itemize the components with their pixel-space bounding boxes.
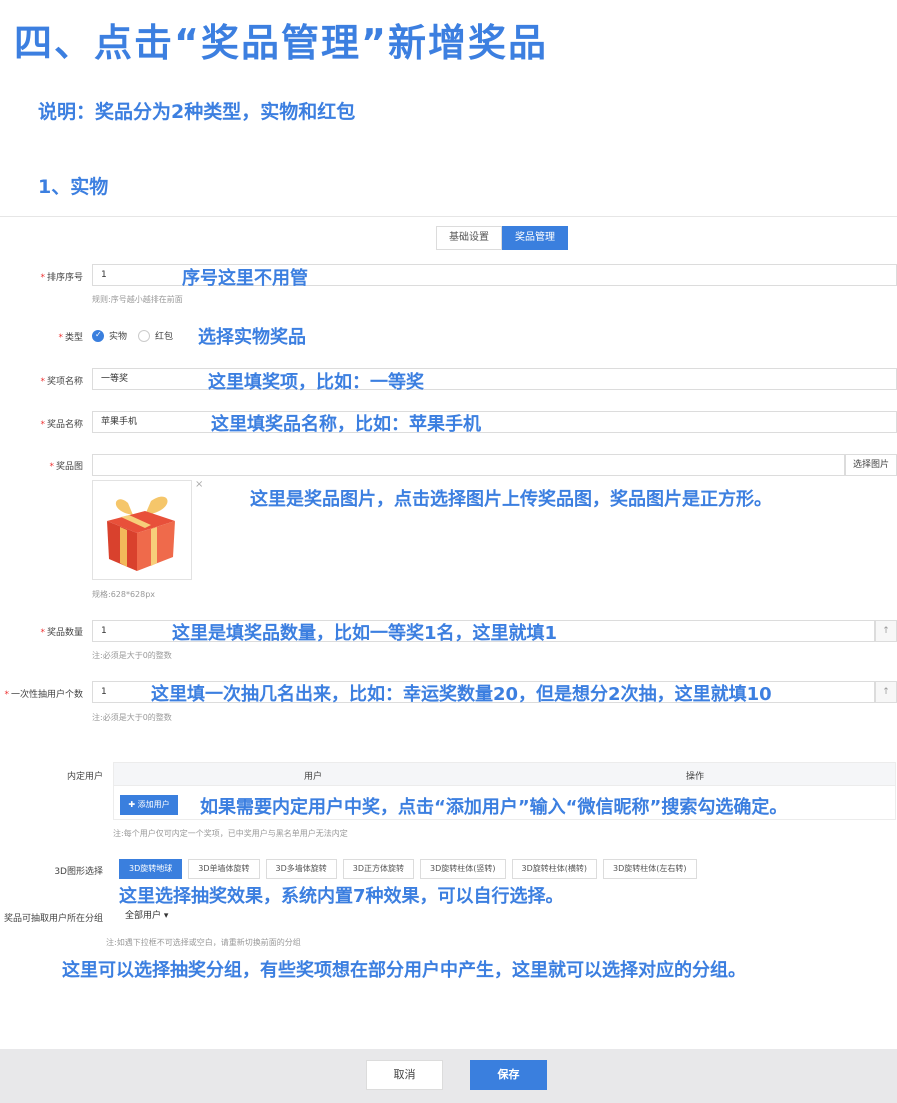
- tab-prize-management[interactable]: 奖品管理: [502, 226, 568, 250]
- note-type: 选择实物奖品: [198, 327, 306, 348]
- type-label-text: 类型: [64, 333, 83, 343]
- radio-red-packet-label: 红包: [155, 332, 174, 342]
- sort-label-text: 排序序号: [46, 273, 83, 283]
- required-mark: *: [40, 377, 45, 387]
- name-label-text: 奖品名称: [46, 420, 83, 430]
- group-hint: 注:如遇下拉框不可选择或空白，请重新切换前面的分组: [106, 938, 301, 947]
- group-select[interactable]: 全部用户 ▾: [119, 906, 185, 926]
- type-label: * 类型: [58, 330, 83, 343]
- radio-checked-icon: [92, 329, 104, 342]
- sort-hint: 规则:序号越小越排在前面: [92, 295, 183, 304]
- effect-label: 3D图形选择: [54, 867, 103, 877]
- image-hint: 规格:628*628px: [92, 590, 156, 599]
- effect-option[interactable]: 3D旋转柱体(左右转): [603, 859, 697, 879]
- note-quantity: 这里是填奖品数量，比如一等奖1名，这里就填1: [172, 623, 558, 644]
- required-mark: *: [4, 690, 9, 700]
- arrow-up-icon: ↑: [882, 626, 890, 636]
- per-draw-label: * 一次性抽用户个数: [4, 687, 83, 700]
- per-draw-label-text: 一次性抽用户个数: [10, 690, 83, 700]
- note-name: 这里填奖品名称，比如：苹果手机: [211, 414, 481, 435]
- required-mark: *: [40, 273, 45, 283]
- effect-option[interactable]: 3D正方体旋转: [342, 859, 414, 879]
- add-user-button[interactable]: ✚ 添加用户: [120, 795, 178, 815]
- save-button[interactable]: 保存: [470, 1060, 547, 1090]
- required-mark: *: [58, 333, 63, 343]
- note-internal: 如果需要内定用户中奖，点击“添加用户”输入“微信昵称”搜索勾选确定。: [200, 797, 788, 818]
- cancel-button[interactable]: 取消: [366, 1060, 443, 1090]
- image-url-input[interactable]: [92, 454, 845, 476]
- quantity-hint: 注:必须是大于0的整数: [92, 651, 172, 660]
- radio-physical-label: 实物: [109, 332, 128, 342]
- quantity-stepper[interactable]: ↑: [875, 620, 897, 642]
- name-label: * 奖品名称: [40, 417, 83, 430]
- per-draw-hint: 注:必须是大于0的整数: [92, 713, 172, 722]
- note-group: 这里可以选择抽奖分组，有些奖项想在部分用户中产生，这里就可以选择对应的分组。: [62, 960, 746, 981]
- image-label: * 奖品图: [49, 459, 83, 472]
- effect-option[interactable]: 3D多墙体旋转: [265, 859, 337, 879]
- note-item: 这里填奖项，比如：一等奖: [208, 372, 424, 393]
- radio-unchecked-icon: [138, 329, 150, 342]
- required-mark: *: [49, 462, 54, 472]
- note-effect: 这里选择抽奖效果，系统内置7种效果，可以自行选择。: [119, 886, 564, 907]
- quantity-label: * 奖品数量: [40, 625, 83, 638]
- radio-red-packet[interactable]: 红包: [138, 329, 173, 342]
- internal-users-label: 内定用户: [66, 772, 103, 782]
- note-per-draw: 这里填一次抽几名出来，比如：幸运奖数量20，但是想分2次抽，这里就填10: [151, 684, 772, 705]
- per-draw-stepper[interactable]: ↑: [875, 681, 897, 703]
- note-image: 这里是奖品图片，点击选择图片上传奖品图，奖品图片是正方形。: [250, 489, 772, 510]
- column-user: 用户: [304, 772, 323, 782]
- item-label: * 奖项名称: [40, 374, 83, 387]
- internal-users-table-header: 用户 操作: [113, 762, 896, 786]
- prize-image-preview: [92, 480, 192, 580]
- tab-basic-settings[interactable]: 基础设置: [436, 226, 502, 250]
- effect-option[interactable]: 3D旋转柱体(横转): [511, 859, 597, 879]
- required-mark: *: [40, 628, 45, 638]
- sort-label: * 排序序号: [40, 270, 83, 283]
- quantity-label-text: 奖品数量: [46, 628, 83, 638]
- note-sort: 序号这里不用管: [182, 268, 308, 289]
- remove-image-icon[interactable]: ×: [195, 479, 203, 490]
- tab-bar: 基础设置 奖品管理: [436, 226, 568, 250]
- footer-bar: [0, 1049, 897, 1103]
- effect-options: 3D旋转地球 3D单墙体旋转 3D多墙体旋转 3D正方体旋转 3D旋转柱体(竖转…: [119, 859, 703, 879]
- column-action: 操作: [686, 772, 705, 782]
- required-mark: *: [40, 420, 45, 430]
- effect-option[interactable]: 3D旋转地球: [119, 859, 183, 879]
- tutorial-title: 四、点击“奖品管理”新增奖品: [14, 21, 548, 65]
- tutorial-description: 说明：奖品分为2种类型，实物和红包: [38, 101, 356, 123]
- group-label: 奖品可抽取用户所在分组: [3, 914, 103, 924]
- tutorial-subtitle: 1、实物: [38, 176, 109, 198]
- radio-physical[interactable]: 实物: [92, 329, 127, 342]
- item-label-text: 奖项名称: [46, 377, 83, 387]
- effect-option[interactable]: 3D旋转柱体(竖转): [420, 859, 506, 879]
- internal-users-hint: 注:每个用户仅可内定一个奖项，已中奖用户与黑名单用户无法内定: [113, 829, 348, 838]
- effect-option[interactable]: 3D单墙体旋转: [188, 859, 260, 879]
- arrow-up-icon: ↑: [882, 687, 890, 697]
- image-label-text: 奖品图: [55, 462, 83, 472]
- choose-image-button[interactable]: 选择图片: [845, 454, 897, 476]
- gift-box-icon: [107, 496, 175, 571]
